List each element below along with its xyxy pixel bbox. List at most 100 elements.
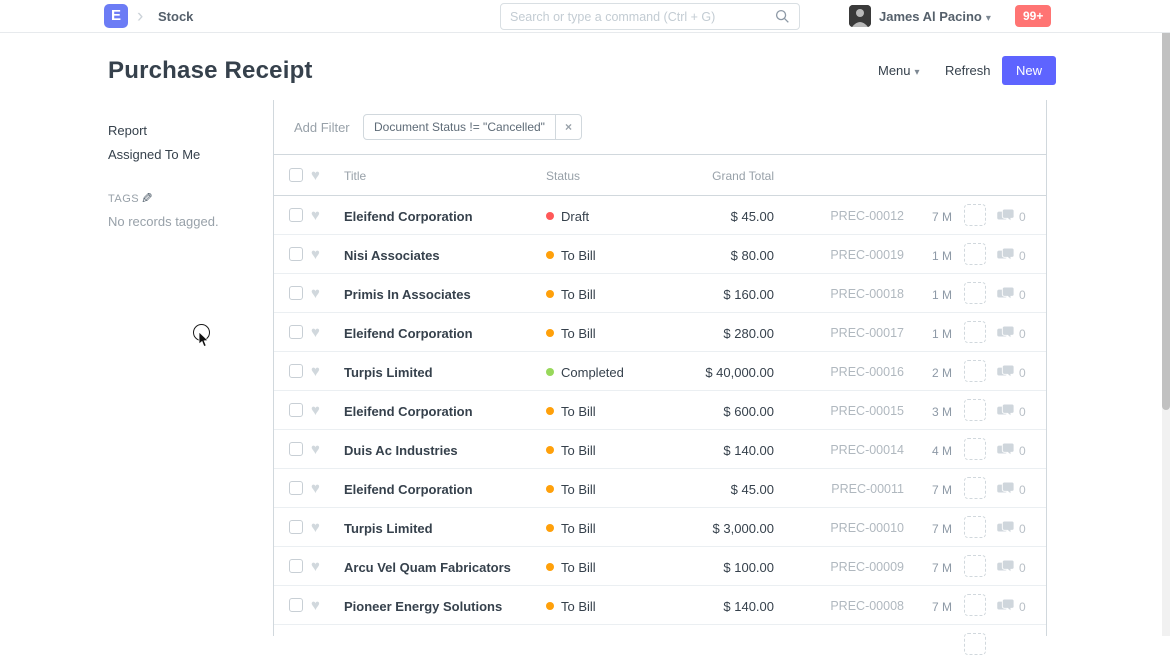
- table-row[interactable]: ♥ Nisi Associates To Bill $ 80.00 PREC-0…: [274, 235, 1046, 274]
- table-row[interactable]: ♥ Eleifend Corporation To Bill $ 280.00 …: [274, 313, 1046, 352]
- sidebar-item-assigned-to-me[interactable]: Assigned To Me: [108, 147, 200, 162]
- heart-icon: ♥: [311, 168, 320, 183]
- select-all-checkbox[interactable]: [289, 168, 303, 182]
- assign-placeholder[interactable]: [964, 282, 986, 304]
- comment-count: 0: [1019, 405, 1026, 419]
- row-checkbox[interactable]: [289, 520, 303, 534]
- heart-icon[interactable]: ♥: [311, 598, 320, 613]
- status-indicator-dot: [546, 602, 554, 610]
- row-checkbox[interactable]: [289, 286, 303, 300]
- row-checkbox[interactable]: [289, 598, 303, 612]
- row-title-link[interactable]: Nisi Associates: [344, 248, 440, 263]
- heart-icon[interactable]: ♥: [311, 403, 320, 418]
- status-indicator-dot: [546, 563, 554, 571]
- row-title-link[interactable]: Primis In Associates: [344, 287, 471, 302]
- global-search[interactable]: [500, 3, 800, 30]
- row-checkbox[interactable]: [289, 481, 303, 495]
- filter-chip-label[interactable]: Document Status != "Cancelled": [364, 115, 555, 139]
- assign-placeholder[interactable]: [964, 399, 986, 421]
- table-row[interactable]: ♥ Duis Ac Industries To Bill $ 140.00 PR…: [274, 430, 1046, 469]
- row-status-label: To Bill: [561, 248, 596, 263]
- row-title-link[interactable]: Eleifend Corporation: [344, 404, 473, 419]
- heart-icon[interactable]: ♥: [311, 559, 320, 574]
- row-status-label: To Bill: [561, 443, 596, 458]
- menu-button[interactable]: Menu▾: [878, 63, 920, 78]
- assign-placeholder[interactable]: [964, 555, 986, 577]
- row-checkbox[interactable]: [289, 403, 303, 417]
- refresh-button[interactable]: Refresh: [945, 63, 991, 78]
- table-row[interactable]: ♥ Turpis Limited To Bill $ 3,000.00 PREC…: [274, 508, 1046, 547]
- row-document-id: PREC-00018: [774, 287, 904, 301]
- heart-icon[interactable]: ♥: [311, 481, 320, 496]
- user-avatar[interactable]: [849, 5, 871, 27]
- assign-placeholder[interactable]: [964, 321, 986, 343]
- remove-filter-icon[interactable]: ×: [555, 115, 581, 139]
- row-checkbox[interactable]: [289, 247, 303, 261]
- row-checkbox[interactable]: [289, 442, 303, 456]
- row-checkbox[interactable]: [289, 364, 303, 378]
- caret-down-icon: ▾: [915, 67, 920, 78]
- top-navbar: E › Stock James Al Pacino▾ 99+: [0, 0, 1170, 33]
- status-indicator-dot: [546, 212, 554, 220]
- row-title-link[interactable]: Duis Ac Industries: [344, 443, 458, 458]
- table-row[interactable]: ♥ Eleifend Corporation To Bill $ 600.00 …: [274, 391, 1046, 430]
- row-title-link[interactable]: Turpis Limited: [344, 521, 433, 536]
- new-button[interactable]: New: [1002, 56, 1056, 85]
- assign-placeholder[interactable]: [964, 477, 986, 499]
- heart-icon[interactable]: ♥: [311, 247, 320, 262]
- assign-placeholder[interactable]: [964, 438, 986, 460]
- heart-icon[interactable]: ♥: [311, 442, 320, 457]
- scrollbar-thumb[interactable]: [1162, 0, 1170, 410]
- table-row[interactable]: ♥ Primis In Associates To Bill $ 160.00 …: [274, 274, 1046, 313]
- user-menu[interactable]: James Al Pacino▾: [879, 0, 991, 35]
- table-row[interactable]: ♥ Turpis Limited Completed $ 40,000.00 P…: [274, 352, 1046, 391]
- row-checkbox[interactable]: [289, 325, 303, 339]
- heart-icon[interactable]: ♥: [311, 208, 320, 223]
- search-input[interactable]: [510, 10, 775, 24]
- table-row[interactable]: ♥ Pioneer Energy Solutions To Bill $ 140…: [274, 586, 1046, 625]
- row-grand-total: $ 40,000.00: [705, 365, 774, 380]
- edit-tags-pencil-icon[interactable]: ✎: [141, 190, 153, 207]
- heart-icon[interactable]: ♥: [311, 286, 320, 301]
- table-row[interactable]: ♥ Eleifend Corporation Draft $ 45.00 PRE…: [274, 196, 1046, 235]
- assign-placeholder[interactable]: [964, 243, 986, 265]
- breadcrumb[interactable]: Stock: [158, 0, 193, 33]
- app-logo[interactable]: E: [104, 4, 128, 28]
- comment-count: 0: [1019, 210, 1026, 224]
- row-modified-time: 1 M: [932, 288, 952, 302]
- row-title-link[interactable]: Turpis Limited: [344, 365, 433, 380]
- notification-badge[interactable]: 99+: [1015, 5, 1051, 27]
- comment-count: 0: [1019, 483, 1026, 497]
- comment-count: 0: [1019, 288, 1026, 302]
- comment-icon: [997, 482, 1015, 500]
- row-title-link[interactable]: Arcu Vel Quam Fabricators: [344, 560, 511, 575]
- status-indicator-dot: [546, 251, 554, 259]
- assign-placeholder[interactable]: [964, 360, 986, 382]
- heart-icon[interactable]: ♥: [311, 325, 320, 340]
- comment-count: 0: [1019, 366, 1026, 380]
- active-filter-chip[interactable]: Document Status != "Cancelled" ×: [363, 114, 582, 140]
- caret-down-icon: ▾: [986, 13, 991, 24]
- row-title-link[interactable]: Eleifend Corporation: [344, 209, 473, 224]
- row-title-link[interactable]: Eleifend Corporation: [344, 482, 473, 497]
- row-modified-time: 7 M: [932, 600, 952, 614]
- row-title-link[interactable]: Eleifend Corporation: [344, 326, 473, 341]
- table-row[interactable]: ♥ Arcu Vel Quam Fabricators To Bill $ 10…: [274, 547, 1046, 586]
- comment-icon: [997, 248, 1015, 266]
- row-checkbox[interactable]: [289, 559, 303, 573]
- scrollbar-track[interactable]: [1162, 0, 1170, 636]
- add-filter-button[interactable]: Add Filter: [294, 120, 350, 135]
- row-document-id: PREC-00015: [774, 404, 904, 418]
- assign-placeholder[interactable]: [964, 633, 986, 655]
- comment-icon: [997, 365, 1015, 383]
- heart-icon[interactable]: ♥: [311, 520, 320, 535]
- assign-placeholder[interactable]: [964, 516, 986, 538]
- row-title-link[interactable]: Pioneer Energy Solutions: [344, 599, 502, 614]
- table-header-row: ♥ Title Status Grand Total: [274, 155, 1046, 196]
- row-checkbox[interactable]: [289, 208, 303, 222]
- assign-placeholder[interactable]: [964, 204, 986, 226]
- heart-icon[interactable]: ♥: [311, 364, 320, 379]
- assign-placeholder[interactable]: [964, 594, 986, 616]
- sidebar-item-report[interactable]: Report: [108, 123, 147, 138]
- table-row[interactable]: ♥ Eleifend Corporation To Bill $ 45.00 P…: [274, 469, 1046, 508]
